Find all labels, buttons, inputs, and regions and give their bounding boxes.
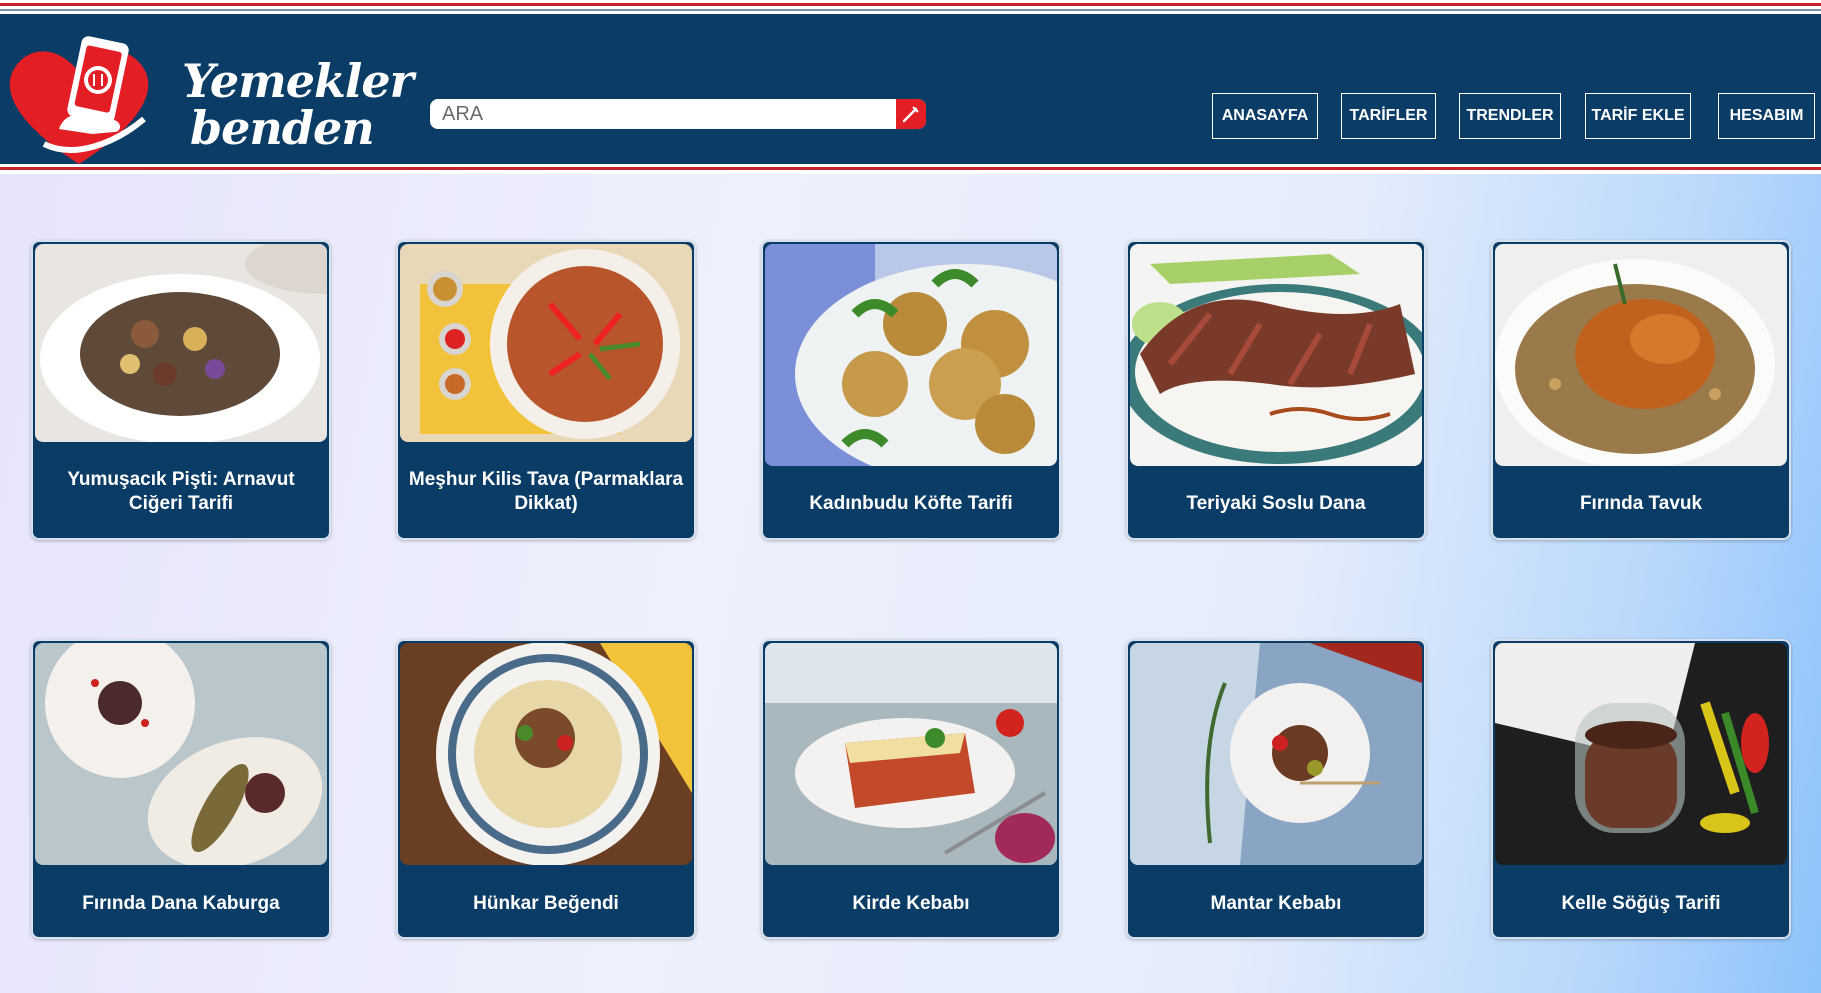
recipe-image	[1495, 244, 1787, 466]
recipe-title: Kadınbudu Köfte Tarifi	[809, 493, 1013, 514]
recipe-card[interactable]: Hünkar Beğendi	[396, 639, 696, 939]
recipe-card[interactable]: Mantar Kebabı	[1126, 639, 1426, 939]
recipe-image	[400, 244, 692, 442]
recipe-card[interactable]: Kirde Kebabı	[761, 639, 1061, 939]
recipe-image	[765, 643, 1057, 865]
header-bottom-stripe	[0, 164, 1821, 174]
recipe-image	[1495, 643, 1787, 865]
nav-tarifler[interactable]: TARİFLER	[1341, 93, 1436, 139]
search-bar	[430, 99, 926, 129]
nav-anasayfa[interactable]: ANASAYFA	[1212, 93, 1318, 139]
site-header: Yemekler benden ANASAYFA TARİFLER TRENDL…	[0, 14, 1821, 164]
search-input[interactable]	[442, 101, 882, 127]
recipe-title: Fırında Tavuk	[1579, 493, 1703, 514]
brand-line-1: Yemekler	[182, 54, 414, 108]
recipe-card[interactable]: Fırında Dana Kaburga	[31, 639, 331, 939]
nav-trendler[interactable]: TRENDLER	[1459, 93, 1561, 139]
search-button[interactable]	[896, 99, 926, 129]
recipe-title: Teriyaki Soslu Dana	[1186, 493, 1366, 514]
recipe-image	[1130, 643, 1422, 865]
recipe-title: Hünkar Beğendi	[473, 893, 619, 914]
brand-line-2: benden	[190, 101, 375, 155]
recipe-image	[765, 244, 1057, 466]
recipe-card[interactable]: Teriyaki Soslu Dana	[1126, 240, 1426, 540]
nav-hesabim[interactable]: HESABIM	[1718, 93, 1815, 139]
recipe-image	[35, 244, 327, 442]
recipe-title: Yumuşacık Pişti: Arnavut Ciğeri Tarifi	[67, 469, 295, 514]
search-icon	[902, 106, 919, 123]
brand-name[interactable]: Yemekler benden	[182, 54, 414, 155]
recipe-title: Kirde Kebabı	[852, 893, 970, 914]
recipe-title: Kelle Söğüş Tarifi	[1561, 893, 1721, 914]
recipe-card[interactable]: Meşhur Kilis Tava (Parmaklara Dikkat)	[396, 240, 696, 540]
nav-tarif-ekle[interactable]: TARİF EKLE	[1585, 93, 1691, 139]
recipe-image	[1130, 244, 1422, 466]
recipe-card[interactable]: Yumuşacık Pişti: Arnavut Ciğeri Tarifi	[31, 240, 331, 540]
recipe-card[interactable]: Kelle Söğüş Tarifi	[1491, 639, 1791, 939]
recipe-card[interactable]: Fırında Tavuk	[1491, 240, 1791, 540]
recipe-title: Mantar Kebabı	[1210, 893, 1342, 914]
recipe-title: Fırında Dana Kaburga	[82, 893, 280, 914]
top-stripe	[0, 0, 1821, 14]
recipe-image	[400, 643, 692, 865]
recipe-title: Meşhur Kilis Tava (Parmaklara Dikkat)	[408, 469, 684, 514]
logo-icon[interactable]	[4, 34, 154, 174]
recipe-card[interactable]: Kadınbudu Köfte Tarifi	[761, 240, 1061, 540]
recipe-image	[35, 643, 327, 865]
